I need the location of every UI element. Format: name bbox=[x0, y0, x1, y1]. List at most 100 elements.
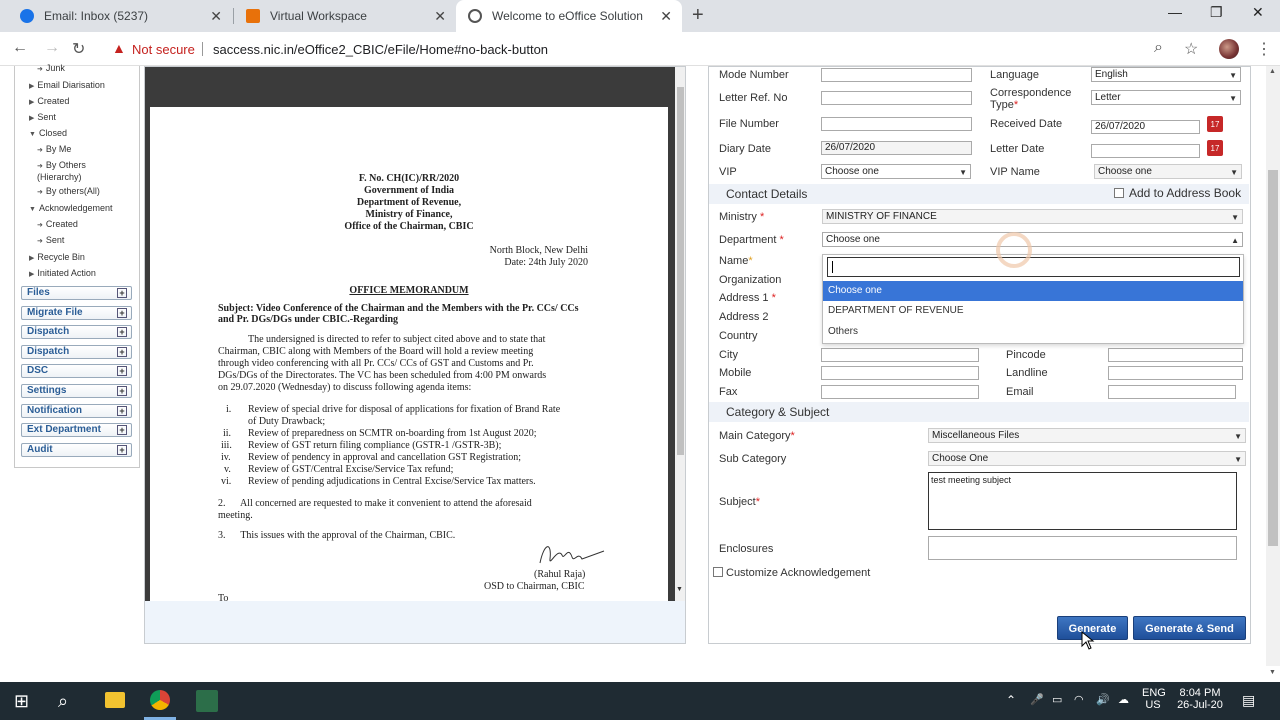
network-icon[interactable]: ◠ bbox=[1074, 693, 1084, 706]
add-to-address-book-label: Add to Address Book bbox=[1129, 186, 1242, 200]
ministry-select[interactable]: MINISTRY OF FINANCE ▼ bbox=[822, 209, 1243, 224]
onedrive-icon[interactable]: ☁ bbox=[1118, 693, 1129, 706]
pincode-label: Pincode bbox=[1006, 349, 1046, 361]
close-icon[interactable]: ✕ bbox=[660, 8, 672, 25]
close-icon[interactable]: ✕ bbox=[434, 8, 446, 25]
mobile-input[interactable] bbox=[821, 366, 979, 380]
security-indicator[interactable]: Not secure bbox=[132, 42, 195, 57]
calendar-icon[interactable]: 17 bbox=[1207, 140, 1223, 156]
email-input[interactable] bbox=[1108, 385, 1236, 399]
address-bar[interactable]: ▲ Not secure saccess.nic.in/eOffice2_CBI… bbox=[100, 36, 1210, 62]
menu-kebab-icon[interactable]: ⋮ bbox=[1256, 39, 1272, 59]
sidebar: ➜ Junk ▶ Email Diarisation ▶ Created ▶ Sent … bbox=[0, 63, 140, 666]
enclosures-textarea[interactable] bbox=[928, 536, 1237, 560]
tree-item-acknowledgement[interactable]: ▼ Acknowledgement bbox=[29, 203, 112, 215]
chrome-icon[interactable] bbox=[150, 690, 170, 710]
notifications-icon[interactable]: ▤ bbox=[1242, 692, 1255, 709]
zoom-icon[interactable]: ⌕ bbox=[1154, 39, 1163, 57]
tree-item-by-me[interactable]: ➜ By Me bbox=[37, 144, 71, 156]
tab-email-inbox[interactable]: Email: Inbox (5237) ✕ bbox=[8, 0, 232, 32]
department-option[interactable]: Choose one bbox=[823, 281, 1243, 301]
microphone-icon[interactable]: 🎤 bbox=[1030, 693, 1044, 706]
menu-ext-department[interactable]: Ext Department + bbox=[21, 423, 132, 437]
fax-input[interactable] bbox=[821, 385, 979, 399]
language-indicator[interactable]: ENG US bbox=[1142, 687, 1166, 711]
avatar[interactable] bbox=[1219, 39, 1239, 59]
landline-input[interactable] bbox=[1108, 366, 1243, 380]
add-to-address-book-checkbox[interactable] bbox=[1114, 188, 1124, 198]
scroll-down-icon[interactable]: ▼ bbox=[1269, 669, 1276, 676]
menu-notification[interactable]: Notification + bbox=[21, 404, 132, 418]
department-search-input[interactable] bbox=[827, 257, 1240, 277]
tree-item-by-others-all[interactable]: ➜ By others(All) bbox=[37, 186, 100, 198]
department-option[interactable]: DEPARTMENT OF REVENUE bbox=[823, 301, 1243, 321]
window-close-icon[interactable]: ✕ bbox=[1252, 4, 1264, 21]
volume-icon[interactable]: 🔊 bbox=[1096, 693, 1110, 706]
chevron-up-icon: ▲ bbox=[1231, 236, 1239, 245]
scroll-down-icon[interactable]: ▼ bbox=[676, 586, 683, 593]
file-explorer-icon[interactable] bbox=[105, 692, 125, 708]
tree-item-email-diarisation[interactable]: ▶ Email Diarisation bbox=[29, 80, 105, 92]
tab-title: Email: Inbox (5237) bbox=[44, 9, 149, 23]
pincode-input[interactable] bbox=[1108, 348, 1243, 362]
back-arrow-icon[interactable]: ← bbox=[12, 39, 28, 57]
menu-audit[interactable]: Audit + bbox=[21, 443, 132, 457]
chevron-down-icon: ▼ bbox=[1229, 94, 1237, 103]
tree-item-ack-created[interactable]: ➜ Created bbox=[37, 219, 78, 231]
department-option[interactable]: Others bbox=[823, 322, 1243, 342]
city-label: City bbox=[719, 349, 738, 361]
language-select[interactable]: English ▼ bbox=[1091, 67, 1241, 82]
tray-chevron-icon[interactable]: ⌃ bbox=[1006, 693, 1016, 707]
menu-files[interactable]: Files + bbox=[21, 286, 132, 300]
city-input[interactable] bbox=[821, 348, 979, 362]
new-tab-icon[interactable]: + bbox=[692, 4, 704, 27]
close-icon[interactable]: ✕ bbox=[210, 8, 222, 25]
app-icon[interactable] bbox=[196, 690, 218, 712]
generate-send-button[interactable]: Generate & Send bbox=[1133, 616, 1246, 640]
viewer-scroll-thumb[interactable] bbox=[677, 87, 684, 455]
tree-item-initiated-action[interactable]: ▶ Initiated Action bbox=[29, 268, 96, 280]
search-icon[interactable]: ⌕ bbox=[58, 691, 68, 712]
page-scroll-thumb[interactable] bbox=[1268, 170, 1278, 546]
tree-item-sent[interactable]: ▶ Sent bbox=[29, 112, 56, 124]
tree-item-junk[interactable]: ➜ Junk bbox=[37, 63, 65, 75]
menu-dsc[interactable]: DSC + bbox=[21, 364, 132, 378]
battery-icon[interactable]: ▭ bbox=[1052, 693, 1062, 706]
department-select[interactable]: Choose one ▲ bbox=[822, 232, 1243, 247]
tree-item-by-others-hierarchy[interactable]: ➜ By Others (Hierarchy) bbox=[37, 160, 117, 182]
tree-item-created[interactable]: ▶ Created bbox=[29, 96, 69, 108]
letter-date-input[interactable] bbox=[1091, 144, 1200, 158]
tree-item-ack-sent[interactable]: ➜ Sent bbox=[37, 235, 64, 247]
correspondence-type-select[interactable]: Letter ▼ bbox=[1091, 90, 1241, 105]
scroll-up-icon[interactable]: ▲ bbox=[1269, 68, 1276, 75]
menu-dispatch[interactable]: Dispatch + bbox=[21, 325, 132, 339]
url-text[interactable]: saccess.nic.in/eOffice2_CBIC/eFile/Home#… bbox=[213, 42, 548, 57]
tree-item-recycle-bin[interactable]: ▶ Recycle Bin bbox=[29, 252, 85, 264]
doc-para-3: 3. This issues with the approval of the … bbox=[218, 530, 456, 541]
windows-start-icon[interactable]: ⊞ bbox=[14, 691, 29, 712]
letter-ref-input[interactable] bbox=[821, 91, 972, 105]
customize-ack-checkbox[interactable] bbox=[713, 567, 723, 577]
sub-category-select[interactable]: Choose One ▼ bbox=[928, 451, 1246, 466]
tree-item-closed[interactable]: ▼ Closed bbox=[29, 128, 67, 140]
tab-eoffice[interactable]: Welcome to eOffice Solution ✕ bbox=[456, 0, 682, 32]
clock[interactable]: 8:04 PM 26-Jul-20 bbox=[1174, 687, 1226, 711]
main-category-select[interactable]: Miscellaneous Files ▼ bbox=[928, 428, 1246, 443]
vip-select[interactable]: Choose one ▼ bbox=[821, 164, 971, 179]
file-number-input[interactable] bbox=[821, 117, 972, 131]
bookmark-star-icon[interactable]: ☆ bbox=[1184, 39, 1198, 59]
menu-settings[interactable]: Settings + bbox=[21, 384, 132, 398]
diary-date-input[interactable]: 26/07/2020 bbox=[821, 141, 972, 155]
minimize-icon[interactable]: — bbox=[1168, 4, 1182, 20]
menu-migrate-file[interactable]: Migrate File + bbox=[21, 306, 132, 320]
calendar-icon[interactable]: 17 bbox=[1207, 116, 1223, 132]
vip-name-select[interactable]: Choose one ▼ bbox=[1094, 164, 1242, 179]
mode-number-input[interactable] bbox=[821, 68, 972, 82]
reload-icon[interactable]: ↻ bbox=[72, 39, 85, 59]
menu-dispatch-2[interactable]: Dispatch + bbox=[21, 345, 132, 359]
restore-icon[interactable]: ❐ bbox=[1210, 4, 1223, 21]
forward-arrow-icon[interactable]: → bbox=[44, 39, 60, 57]
subject-textarea[interactable]: test meeting subject bbox=[928, 472, 1237, 530]
tab-virtual-workspace[interactable]: Virtual Workspace ✕ bbox=[234, 0, 456, 32]
received-date-input[interactable]: 26/07/2020 bbox=[1091, 120, 1200, 134]
